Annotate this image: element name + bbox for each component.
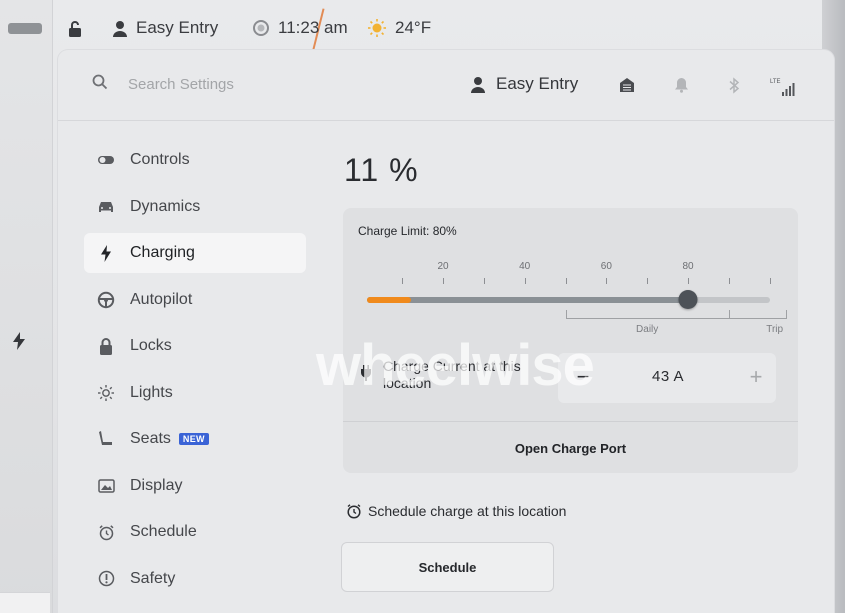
slider-tick [647, 278, 649, 284]
lte-label: LTE [770, 79, 781, 85]
alarm-clock-icon [96, 522, 116, 542]
status-time: 11:23 am [252, 18, 348, 38]
sidebar-item-controls[interactable]: Controls [84, 140, 306, 180]
slider-tick-label: 60 [600, 261, 612, 272]
car-view-strip [0, 0, 53, 613]
sidebar-item-dynamics[interactable]: Dynamics [84, 187, 306, 227]
trip-range-label: Trip [766, 324, 784, 335]
charge-limit-slider[interactable]: 20 40 60 80 Daily Trip [343, 248, 798, 338]
sun-icon [96, 383, 116, 403]
header-profile-name: Easy Entry [496, 74, 579, 93]
charge-current-label: Charge Current at this location [383, 358, 521, 391]
slider-track[interactable] [367, 297, 770, 303]
status-bar: Easy Entry 11:23 am 24°F [52, 8, 845, 54]
new-badge: NEW [178, 433, 209, 445]
daily-range-bracket [565, 310, 730, 319]
bluetooth-icon[interactable] [728, 77, 740, 99]
left-bottom-panel [0, 592, 50, 613]
decrease-current-button[interactable]: − [568, 363, 598, 393]
sidebar-item-seats[interactable]: Seats NEW [84, 419, 306, 459]
slider-tick-label: 40 [519, 261, 531, 272]
sidebar-item-schedule[interactable]: Schedule [84, 512, 306, 552]
charge-card: Charge Limit: 80% 20 40 60 80 Daily Trip Char… [343, 208, 798, 473]
slider-tick [524, 278, 526, 284]
open-charge-port-button[interactable]: Open Charge Port [343, 421, 798, 474]
battery-level-fill [367, 297, 412, 303]
touchscreen: Easy Entry 11:23 am 24°F Easy Entry [0, 0, 845, 613]
increase-current-button[interactable]: + [741, 363, 771, 393]
sidebar-item-label: Locks [130, 337, 172, 354]
sidebar-item-label: Seats [130, 430, 171, 447]
settings-sidebar: Controls Dynamics Charging Autopilot Locks Li… [84, 140, 306, 605]
charge-current-row: Charge Current at this location − 43 A + [358, 353, 783, 405]
charge-limit-label: Charge Limit: 80% [358, 224, 457, 238]
slider-tick [688, 278, 689, 284]
toggle-icon [96, 150, 116, 170]
sun-weather-icon [368, 19, 386, 37]
header-profile[interactable]: Easy Entry [470, 74, 578, 94]
schedule-charge-heading: Schedule charge at this location [346, 503, 566, 519]
safety-icon [96, 569, 116, 589]
charge-current-stepper: − 43 A + [558, 353, 776, 403]
battery-mini-icon [8, 23, 42, 34]
battery-percent: 11 % [344, 152, 419, 188]
bolt-icon [12, 332, 26, 355]
sidebar-item-label: Dynamics [130, 197, 201, 215]
schedule-button[interactable]: Schedule [341, 542, 554, 592]
search-icon[interactable] [92, 74, 108, 95]
slider-tick-label: 20 [437, 261, 449, 272]
clock-text: 11:23 am [278, 18, 348, 37]
bolt-icon [96, 243, 116, 263]
slider-tick [565, 278, 567, 284]
slider-tick [769, 278, 771, 284]
sidebar-item-display[interactable]: Display [84, 466, 306, 506]
status-weather: 24°F [367, 18, 431, 38]
settings-panel: Easy Entry LTE Controls Dynamics Charging A… [58, 50, 834, 613]
sidebar-item-charging[interactable]: Charging [84, 233, 306, 273]
signal-icon: LTE [770, 77, 798, 102]
temperature-text: 24°F [395, 18, 432, 37]
slider-tick [728, 278, 730, 284]
charge-limit-fill [367, 297, 688, 303]
slider-tick [606, 278, 608, 284]
schedule-charge-label: Schedule charge at this location [368, 503, 567, 519]
bell-icon[interactable] [674, 77, 689, 98]
garage-icon[interactable] [619, 77, 635, 98]
lock-status-icon[interactable] [66, 20, 84, 38]
slider-tick [483, 278, 485, 284]
search-input[interactable] [126, 72, 330, 96]
status-profile[interactable]: Easy Entry [112, 18, 218, 38]
charge-current-value: 43 A [651, 368, 685, 385]
sidebar-item-lights[interactable]: Lights [84, 373, 306, 413]
car-icon [96, 197, 116, 217]
alarm-clock-icon [347, 504, 361, 519]
sidebar-item-label: Controls [130, 151, 190, 168]
sidebar-item-autopilot[interactable]: Autopilot [84, 280, 306, 320]
steering-wheel-icon [96, 290, 116, 310]
trip-range-bracket [728, 310, 787, 319]
person-icon [471, 76, 485, 93]
sidebar-item-label: Lights [130, 383, 173, 401]
seat-icon [96, 429, 116, 449]
status-profile-name: Easy Entry [136, 18, 219, 37]
sidebar-item-label: Autopilot [130, 290, 193, 308]
lock-icon [96, 336, 116, 356]
plug-icon [360, 365, 372, 386]
sidebar-item-label: Schedule [130, 523, 197, 540]
slider-tick-label: 80 [682, 261, 694, 272]
charge-limit-thumb[interactable] [678, 290, 698, 309]
person-icon [113, 20, 127, 37]
sidebar-item-label: Display [130, 476, 183, 494]
settings-header: Easy Entry LTE [58, 50, 834, 121]
sidebar-item-safety[interactable]: Safety [84, 559, 306, 599]
display-icon [96, 476, 116, 496]
sidebar-item-label: Charging [130, 244, 195, 261]
sidebar-item-locks[interactable]: Locks [84, 326, 306, 366]
daily-range-label: Daily [636, 324, 659, 335]
slider-tick [443, 278, 444, 284]
sentry-icon [253, 20, 269, 36]
sidebar-item-label: Safety [130, 569, 176, 587]
slider-tick [402, 278, 404, 284]
